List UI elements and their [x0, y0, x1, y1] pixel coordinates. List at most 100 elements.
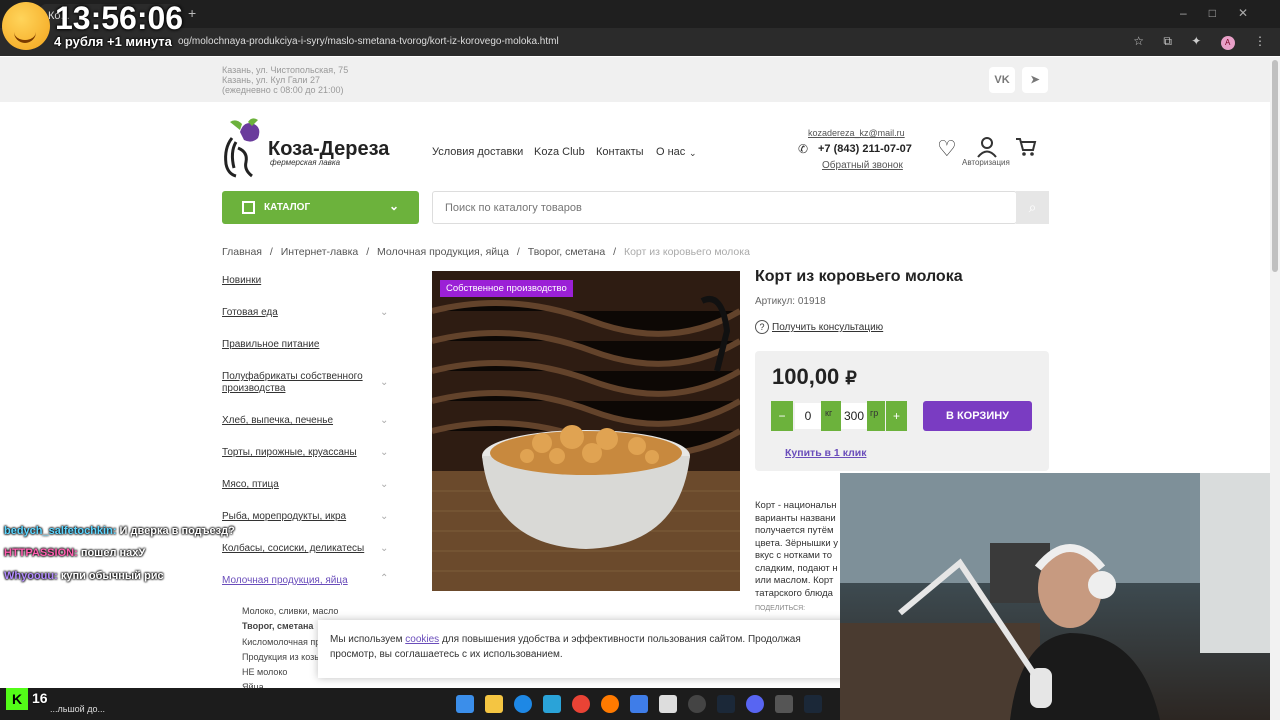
subcategory-cottage-cheese[interactable]: Творог, сметана: [242, 621, 313, 631]
decrease-button[interactable]: −: [771, 401, 793, 431]
chat-message: Whyoouu: купи обычный рис: [4, 570, 164, 582]
consultation-link[interactable]: Получить консультацию: [772, 322, 883, 333]
callback-link[interactable]: Обратный звонок: [822, 160, 903, 171]
subcategory-milk[interactable]: Молоко, сливки, масло: [242, 606, 338, 616]
profile-avatar[interactable]: A: [1220, 36, 1235, 50]
store-addresses: Казань, ул. Чистопольская, 75 Казань, ул…: [222, 65, 348, 95]
sidebar-item-semifinished[interactable]: Полуфабрикаты собственного производства: [222, 371, 372, 395]
auth-label[interactable]: Авторизация: [962, 158, 1010, 167]
nav-contacts[interactable]: Контакты: [596, 146, 644, 158]
chevron-down-icon[interactable]: ⌄: [380, 377, 388, 388]
chevron-down-icon[interactable]: ⌄: [380, 415, 388, 426]
chat-message: bedych_salfetochkin: И дверка в подъезд?: [4, 525, 235, 537]
unit-kg-label: кг: [825, 408, 833, 418]
edge-icon[interactable]: [514, 695, 532, 713]
phone-number[interactable]: +7 (843) 211-07-07: [818, 143, 912, 155]
sidebar-item-cakes[interactable]: Торты, пирожные, круассаны: [222, 447, 372, 459]
discord-icon[interactable]: [746, 695, 764, 713]
quantity-grams-input[interactable]: 300: [841, 403, 867, 429]
chart-app-icon[interactable]: [630, 695, 648, 713]
search-icon[interactable]: ⌕: [1016, 191, 1049, 224]
telegram-app-icon[interactable]: [543, 695, 561, 713]
email-link[interactable]: kozadereza_kz@mail.ru: [808, 128, 905, 138]
increase-button[interactable]: +: [886, 401, 907, 431]
goat-logo-icon[interactable]: [222, 118, 266, 178]
steam-icon[interactable]: [804, 695, 822, 713]
chevron-down-icon[interactable]: ⌄: [689, 148, 697, 159]
browser-tabbar: Ко... + –□✕: [0, 0, 1280, 28]
window-controls[interactable]: –□✕: [1180, 6, 1270, 20]
sidebar-item-ready-food[interactable]: Готовая еда: [222, 307, 372, 319]
calculator-icon[interactable]: [775, 695, 793, 713]
sidebar-item-sausages[interactable]: Колбасы, сосиски, деликатесы: [222, 543, 372, 555]
address-bar[interactable]: og/molochnaya-produkciya-i-syry/maslo-sm…: [0, 28, 1280, 56]
crumb-current: Корт из коровьего молока: [623, 246, 750, 258]
stream-clock: 13:56:06: [55, 0, 184, 36]
cookies-link[interactable]: cookies: [405, 634, 439, 645]
crumb-cottage-cheese[interactable]: Творог, сметана: [528, 246, 605, 258]
product-description: Корт - национальн варианты названи получ…: [755, 500, 839, 598]
nav-about[interactable]: О нас: [656, 146, 685, 158]
viewer-count: 16: [32, 690, 48, 706]
cookie-banner: Мы используем cookies для повышения удоб…: [318, 620, 848, 678]
extension-icon[interactable]: ⧉: [1163, 34, 1172, 48]
bookmark-star-icon[interactable]: ☆: [1133, 34, 1144, 48]
extensions-puzzle-icon[interactable]: ✦: [1191, 34, 1201, 48]
chevron-down-icon[interactable]: ⌄: [380, 447, 388, 458]
sidebar-item-new[interactable]: Новинки: [222, 275, 372, 287]
quantity-kg-input[interactable]: 0: [795, 403, 821, 429]
crumb-home[interactable]: Главная: [222, 246, 262, 258]
subcategory-fermented[interactable]: Кисломолочная пр...: [242, 637, 328, 647]
address-line: Казань, ул. Чистопольская, 75: [222, 65, 349, 75]
site-top-strip: [0, 57, 1270, 102]
user-icon[interactable]: [976, 136, 998, 158]
sidebar-item-healthy[interactable]: Правильное питание: [222, 339, 372, 351]
breadcrumb: Главная / Интернет-лавка / Молочная прод…: [222, 246, 755, 258]
file-explorer-icon[interactable]: [485, 695, 503, 713]
chevron-down-icon[interactable]: ⌄: [380, 307, 388, 318]
question-icon: ?: [755, 320, 769, 334]
chevron-down-icon[interactable]: ⌄: [380, 511, 388, 522]
cart-icon[interactable]: [1015, 137, 1037, 157]
chrome-icon[interactable]: [572, 695, 590, 713]
crumb-shop[interactable]: Интернет-лавка: [281, 246, 359, 258]
sidebar-item-fish[interactable]: Рыба, морепродукты, икра: [222, 511, 372, 523]
telegram-icon[interactable]: ➤: [1022, 67, 1048, 93]
chevron-down-icon[interactable]: ⌄: [380, 543, 388, 554]
smiling-emoji-icon: [2, 2, 50, 50]
add-to-cart-button[interactable]: В КОРЗИНУ: [923, 401, 1032, 431]
app-icon[interactable]: [601, 695, 619, 713]
chat-text: И дверка в подъезд?: [119, 525, 235, 537]
subcategory-non-milk[interactable]: НЕ молоко: [242, 667, 287, 677]
product-title: Корт из коровьего молока: [755, 268, 963, 285]
sidebar-item-dairy[interactable]: Молочная продукция, яйца: [222, 575, 372, 587]
chat-username: bedych_salfetochkin:: [4, 525, 117, 537]
nav-delivery[interactable]: Условия доставки: [432, 146, 523, 158]
search-input[interactable]: [432, 191, 1017, 224]
new-tab-icon[interactable]: +: [188, 5, 196, 21]
windows-start-icon[interactable]: [456, 695, 474, 713]
vk-icon[interactable]: VK: [989, 67, 1015, 93]
crumb-separator: /: [516, 246, 520, 258]
product-image[interactable]: [432, 271, 740, 591]
webcam-overlay: [840, 473, 1270, 720]
chevron-down-icon[interactable]: ⌄: [380, 479, 388, 490]
steam-icon[interactable]: [717, 695, 735, 713]
phone-icon: ✆: [798, 142, 809, 156]
sidebar-item-bread[interactable]: Хлеб, выпечка, печенье: [222, 415, 372, 427]
grid-icon: [242, 201, 255, 214]
menu-kebab-icon[interactable]: ⋮: [1254, 34, 1266, 48]
chevron-up-icon[interactable]: ⌃: [380, 573, 388, 584]
crumb-separator: /: [613, 246, 617, 258]
url-text[interactable]: og/molochnaya-produkciya-i-syry/maslo-sm…: [178, 36, 559, 47]
app-icon[interactable]: [659, 695, 677, 713]
obs-icon[interactable]: [688, 695, 706, 713]
scrollbar-thumb[interactable]: [1272, 60, 1278, 272]
favorites-heart-icon[interactable]: ♡: [937, 136, 957, 162]
catalog-button[interactable]: КАТАЛОГ ⌄: [222, 191, 419, 224]
nav-koza-club[interactable]: Koza Club: [534, 146, 585, 158]
crumb-dairy[interactable]: Молочная продукция, яйца: [377, 246, 509, 258]
sidebar-item-meat[interactable]: Мясо, птица: [222, 479, 372, 491]
subcategory-goat[interactable]: Продукция из козь...: [242, 652, 326, 662]
buy-one-click-link[interactable]: Купить в 1 клик: [785, 447, 866, 459]
